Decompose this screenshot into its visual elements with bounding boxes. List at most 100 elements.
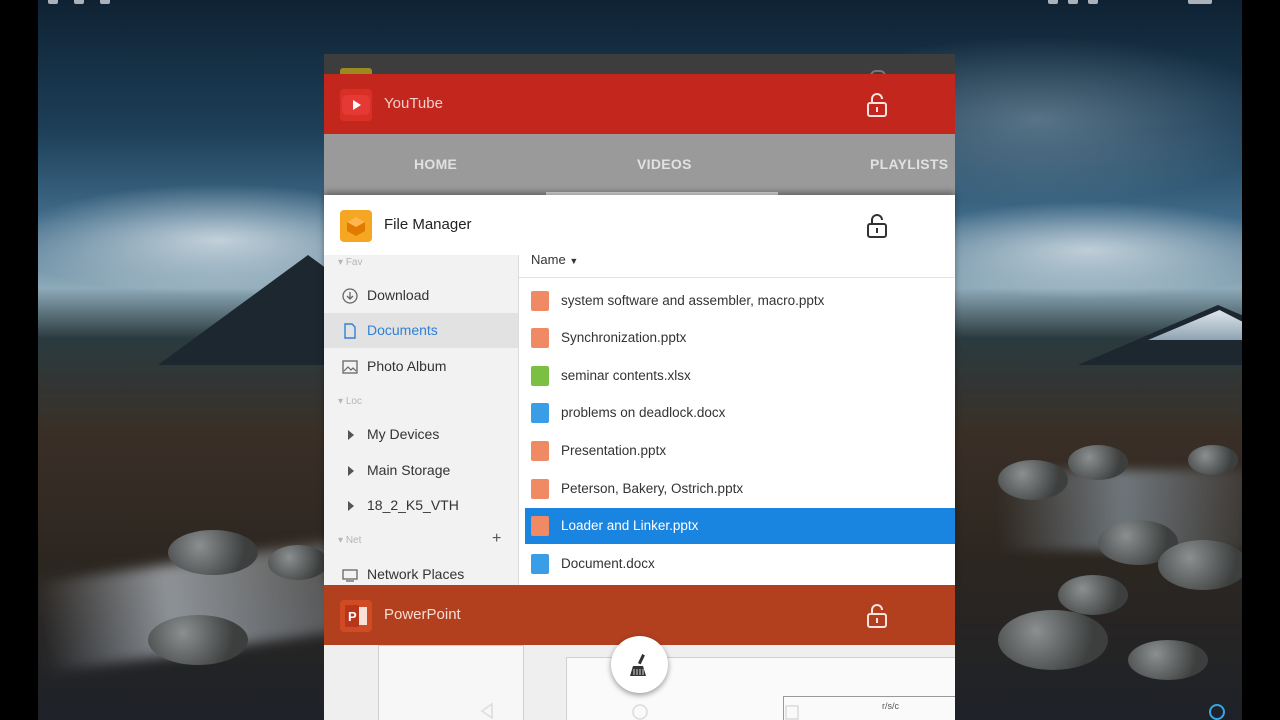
section-loc[interactable]: ▾ Loc	[338, 396, 362, 407]
file-manager-body: ▾ Fav Download Documents Photo Album ▾ L…	[324, 253, 955, 585]
file-row[interactable]: problems on deadlock.docx	[525, 395, 955, 431]
card-header: File Manager	[324, 195, 955, 255]
home-icon[interactable]	[630, 700, 650, 720]
pptx-file-icon	[531, 291, 549, 311]
lock-icon[interactable]	[866, 603, 888, 629]
file-row[interactable]: Document.docx	[525, 546, 955, 582]
rock	[1188, 445, 1238, 475]
battery-icon	[1088, 0, 1098, 4]
rock	[1128, 640, 1208, 680]
expand-arrow-icon[interactable]	[348, 466, 354, 476]
pptx-file-icon	[531, 441, 549, 461]
recent-app-card-partial[interactable]	[324, 54, 955, 74]
document-icon	[344, 323, 356, 339]
sidebar-item-download[interactable]: Download	[324, 278, 518, 313]
file-name: Peterson, Bakery, Ostrich.pptx	[561, 481, 744, 496]
file-name: Synchronization.pptx	[561, 330, 687, 345]
file-name: seminar contents.xlsx	[561, 368, 691, 383]
svg-text:P: P	[348, 609, 357, 624]
file-row[interactable]: system software and assembler, macro.ppt…	[525, 283, 955, 319]
add-network-button[interactable]: +	[492, 530, 501, 548]
assistant-icon[interactable]	[1209, 704, 1225, 720]
sidebar-item-label: My Devices	[367, 426, 440, 442]
app-name: YouTube	[384, 95, 443, 112]
sidebar-item-main-storage[interactable]: Main Storage	[324, 453, 518, 488]
list-header: Name ▼	[519, 253, 955, 278]
pptx-file-icon	[531, 516, 549, 536]
rock	[268, 545, 328, 580]
lock-icon[interactable]	[866, 213, 888, 239]
notification-icon	[48, 0, 58, 4]
rock	[168, 530, 258, 575]
file-name: Presentation.pptx	[561, 443, 667, 458]
sidebar-item-label: Documents	[367, 322, 438, 338]
pptx-file-icon	[531, 328, 549, 348]
tab-playlists[interactable]: PLAYLISTS	[870, 134, 948, 195]
file-list: Name ▼ system software and assembler, ma…	[519, 253, 955, 585]
xlsx-file-icon	[531, 366, 549, 386]
card-header: YouTube	[324, 74, 955, 134]
sidebar: ▾ Fav Download Documents Photo Album ▾ L…	[324, 255, 519, 585]
signal-icon	[1048, 0, 1058, 4]
clock	[1188, 0, 1212, 4]
expand-arrow-icon[interactable]	[348, 430, 354, 440]
section-net[interactable]: ▾ Net	[338, 535, 361, 546]
sort-arrow-icon: ▼	[569, 256, 579, 266]
sidebar-item-documents[interactable]: Documents	[324, 313, 518, 348]
file-row[interactable]: Presentation.pptx	[525, 433, 955, 469]
file-manager-icon	[340, 210, 372, 242]
rock	[1068, 445, 1128, 480]
expand-arrow-icon[interactable]	[348, 501, 354, 511]
file-row-selected[interactable]: Loader and Linker.pptx	[525, 508, 955, 544]
file-manager-card[interactable]: File Manager ▾ Fav Download Documents Ph…	[324, 195, 955, 585]
slide-content-box: r/s/c	[783, 696, 955, 720]
pptx-file-icon	[531, 479, 549, 499]
download-icon	[342, 288, 358, 304]
notification-icon	[100, 0, 110, 4]
file-row[interactable]: seminar contents.xlsx	[525, 358, 955, 394]
status-bar	[38, 0, 1242, 6]
photo-icon	[342, 360, 358, 374]
tab-home[interactable]: HOME	[414, 134, 457, 195]
file-name: Loader and Linker.pptx	[561, 518, 699, 533]
wifi-icon	[1068, 0, 1078, 4]
file-name: problems on deadlock.docx	[561, 405, 726, 420]
notification-icon	[74, 0, 84, 4]
tab-videos[interactable]: VIDEOS	[637, 134, 692, 195]
back-icon[interactable]	[478, 700, 498, 720]
sidebar-item-label: Download	[367, 287, 430, 303]
section-fav[interactable]: ▾ Fav	[338, 257, 362, 268]
docx-file-icon	[531, 554, 549, 574]
youtube-card[interactable]: YouTube HOME VIDEOS PLAYLISTS	[324, 74, 955, 195]
rock	[1158, 540, 1242, 590]
broom-icon	[629, 653, 646, 676]
clear-all-button[interactable]	[611, 636, 668, 693]
network-icon	[342, 569, 358, 582]
app-name: PowerPoint	[384, 606, 461, 623]
app-name: File Manager	[384, 216, 472, 233]
sidebar-item-label: Photo Album	[367, 358, 447, 374]
file-name: system software and assembler, macro.ppt…	[561, 293, 825, 308]
docx-file-icon	[531, 403, 549, 423]
rock	[998, 610, 1108, 670]
powerpoint-icon: P	[340, 600, 372, 632]
sidebar-item-label: 18_2_K5_VTH	[367, 497, 459, 513]
rock	[998, 460, 1068, 500]
tab-bar: HOME VIDEOS PLAYLISTS	[324, 134, 955, 195]
sidebar-item-label: Network Places	[367, 566, 465, 582]
file-row[interactable]: Synchronization.pptx	[525, 320, 955, 356]
file-name: Document.docx	[561, 556, 655, 571]
column-header-name[interactable]: Name ▼	[531, 253, 579, 266]
rock	[148, 615, 248, 665]
youtube-icon	[340, 89, 372, 121]
file-row[interactable]: Peterson, Bakery, Ostrich.pptx	[525, 471, 955, 507]
sidebar-item-network-places[interactable]: Network Places	[324, 557, 518, 585]
slide-thumbnail	[378, 645, 524, 720]
sidebar-item-my-devices[interactable]: My Devices	[324, 417, 518, 452]
rock	[1058, 575, 1128, 615]
sidebar-item-usb[interactable]: 18_2_K5_VTH	[324, 488, 518, 523]
recents-icon[interactable]	[782, 700, 802, 720]
sidebar-item-photo-album[interactable]: Photo Album	[324, 349, 518, 384]
sidebar-item-label: Main Storage	[367, 462, 451, 478]
lock-icon[interactable]	[866, 92, 888, 118]
